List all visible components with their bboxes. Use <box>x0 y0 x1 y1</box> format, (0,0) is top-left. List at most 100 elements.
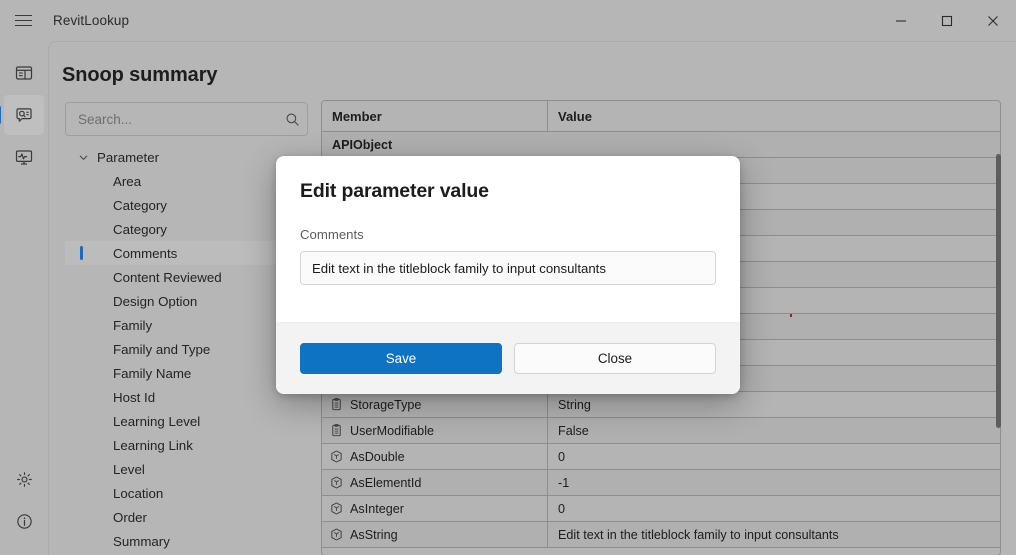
rail-bottom-group <box>4 459 44 541</box>
search-box[interactable] <box>65 102 308 136</box>
tree-item[interactable]: Learning Link <box>65 433 317 457</box>
tree-item-label: Comments <box>113 245 178 261</box>
property-icon <box>330 423 344 438</box>
column-header-member[interactable]: Member <box>322 101 548 131</box>
dialog-footer: Save Close <box>276 322 740 394</box>
tree-item-label: Area <box>113 173 142 189</box>
column-header-value[interactable]: Value <box>548 101 1000 131</box>
tree-item[interactable]: Learning Level <box>65 409 317 433</box>
cell-value: Edit text in the titleblock family to in… <box>558 527 839 542</box>
close-icon <box>988 15 998 26</box>
cell-member-text: AsElementId <box>350 475 422 490</box>
rail-item-snoop-summary[interactable] <box>0 95 44 135</box>
maximize-button[interactable] <box>924 0 970 41</box>
method-icon <box>330 476 344 490</box>
navigation-rail <box>0 41 48 555</box>
window-controls <box>878 0 1016 41</box>
tree-item-label: Design Option <box>113 293 198 309</box>
monitor-pulse-icon <box>15 150 33 165</box>
property-icon <box>330 397 344 412</box>
title-bar: RevitLookup <box>0 0 1016 41</box>
rail-item-snoop-dashboard[interactable] <box>4 53 44 93</box>
tree-item-label: Category <box>113 197 167 213</box>
tree-item-label: Learning Level <box>113 413 201 429</box>
grid-vertical-scrollbar[interactable] <box>992 140 1006 552</box>
hamburger-icon <box>14 14 32 27</box>
rail-top-group <box>0 53 44 177</box>
cell-value: 0 <box>558 449 566 464</box>
hamburger-menu-button[interactable] <box>0 0 46 41</box>
chevron-down-icon[interactable] <box>75 152 91 163</box>
method-icon <box>330 502 344 516</box>
cell-value: -1 <box>558 475 570 490</box>
tree-item-label: Summary <box>113 533 170 549</box>
tree-item-label: Level <box>113 461 145 477</box>
grid-section-row[interactable]: APIObject <box>322 132 1000 158</box>
cell-value: String <box>558 397 591 412</box>
method-icon <box>330 450 344 464</box>
search-icon[interactable] <box>277 112 307 127</box>
scrollbar-thumb[interactable] <box>996 154 1001 428</box>
row-change-marker <box>790 314 792 317</box>
method-icon <box>330 528 344 542</box>
cell-member: APIObject <box>322 132 548 157</box>
maximize-icon <box>941 15 953 26</box>
rail-item-snoop-events[interactable] <box>4 137 44 177</box>
dialog-body: Edit parameter value Comments <box>276 156 740 322</box>
tree-item-label: Host Id <box>113 389 156 405</box>
tree-item[interactable]: Order <box>65 505 317 529</box>
tree-item[interactable]: Level <box>65 457 317 481</box>
minimize-button[interactable] <box>878 0 924 41</box>
app-window: RevitLookup Snoop summary Search... Para… <box>0 0 1016 555</box>
dashboard-panel-icon <box>15 66 33 80</box>
table-row[interactable]: AsDouble 0 <box>322 444 1000 470</box>
grid-header-row: Member Value <box>322 101 1000 132</box>
close-button[interactable]: Close <box>514 343 716 374</box>
page-title: Snoop summary <box>62 64 218 86</box>
close-button[interactable] <box>970 0 1016 41</box>
cell-member-text: UserModifiable <box>350 423 434 438</box>
table-row[interactable]: StorageType String <box>322 392 1000 418</box>
tree-item-label: Content Reviewed <box>113 269 222 285</box>
tree-item-label: Family <box>113 317 153 333</box>
tree-group-label: Parameter <box>97 149 160 165</box>
save-button[interactable]: Save <box>300 343 502 374</box>
app-title: RevitLookup <box>53 13 130 28</box>
info-circle-icon <box>16 513 32 529</box>
cell-member: AsDouble <box>322 444 548 469</box>
table-row[interactable]: UserModifiable False <box>322 418 1000 444</box>
cell-value: False <box>558 423 589 438</box>
cell-value: 0 <box>558 501 566 516</box>
cell-member-text: AsString <box>350 527 398 542</box>
tree-item-label: Location <box>113 485 164 501</box>
cell-member: AsString <box>322 522 548 547</box>
cell-member: AsElementId <box>322 470 548 495</box>
edit-parameter-dialog: Edit parameter value Comments Save Close <box>276 156 740 394</box>
table-row[interactable]: AsElementId -1 <box>322 470 1000 496</box>
rail-item-about[interactable] <box>4 501 44 541</box>
minimize-icon <box>896 19 906 22</box>
tree-item-label: Category <box>113 221 167 237</box>
table-row[interactable]: AsString Edit text in the titleblock fami… <box>322 522 1000 548</box>
search-input[interactable] <box>66 111 277 127</box>
cell-member-text: StorageType <box>350 397 422 412</box>
tree-item-label: Family and Type <box>113 341 211 357</box>
comment-search-icon <box>16 108 32 122</box>
table-row[interactable]: AsInteger 0 <box>322 496 1000 522</box>
tree-item-label: Order <box>113 509 147 525</box>
cell-member-text: AsDouble <box>350 449 405 464</box>
tree-item-label: Family Name <box>113 365 192 381</box>
rail-item-settings[interactable] <box>4 459 44 499</box>
cell-member-text: APIObject <box>332 137 393 152</box>
tree-item[interactable]: Summary <box>65 529 317 553</box>
cell-member: AsInteger <box>322 496 548 521</box>
tree-item[interactable]: Location <box>65 481 317 505</box>
cell-member: StorageType <box>322 392 548 417</box>
gear-icon <box>16 471 32 487</box>
comments-field-label: Comments <box>300 227 364 242</box>
tree-item-label: Learning Link <box>113 437 193 453</box>
comments-input[interactable] <box>300 251 716 285</box>
dialog-title: Edit parameter value <box>300 180 489 202</box>
cell-member: UserModifiable <box>322 418 548 443</box>
cell-member-text: AsInteger <box>350 501 404 516</box>
